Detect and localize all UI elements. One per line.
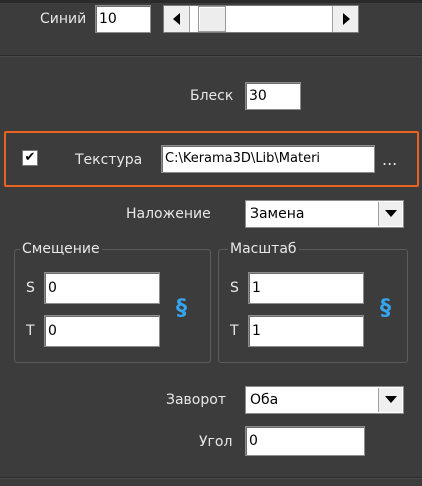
offset-s-input[interactable]: 0 — [44, 272, 160, 304]
scale-s-input[interactable]: 1 — [248, 272, 364, 304]
offset-title: Смещение — [20, 240, 102, 258]
angle-input[interactable]: 0 — [245, 426, 365, 456]
slider-left-button[interactable] — [164, 6, 190, 32]
texture-checkbox[interactable]: ✔ — [22, 150, 38, 166]
slider-right-button[interactable] — [332, 6, 358, 32]
offset-lock-link-icon[interactable]: § — [176, 296, 187, 322]
section-divider — [0, 55, 422, 56]
arrow-left-icon — [172, 13, 180, 25]
blue-label: Синий — [40, 11, 87, 27]
offset-s-label: S — [26, 280, 35, 296]
wrap-dropdown-button[interactable] — [378, 388, 402, 412]
texture-path-input[interactable]: C:\Kerama3D\Lib\Materi — [161, 145, 375, 173]
overlay-dropdown-button[interactable] — [378, 202, 402, 226]
bottom-divider — [0, 477, 422, 478]
scale-s-label: S — [230, 280, 239, 296]
texture-label: Текстура — [75, 152, 143, 168]
slider-thumb[interactable] — [197, 6, 226, 32]
blue-input[interactable]: 10 — [95, 5, 151, 33]
scale-t-input[interactable]: 1 — [248, 315, 364, 347]
angle-label: Угол — [199, 434, 233, 450]
gloss-input[interactable]: 30 — [245, 82, 301, 110]
scale-lock-link-icon[interactable]: § — [380, 296, 391, 322]
scale-t-label: T — [230, 323, 239, 339]
offset-t-label: T — [26, 323, 35, 339]
texture-browse-button[interactable]: ... — [382, 150, 397, 170]
overlay-label: Наложение — [126, 206, 211, 222]
scale-title: Масштаб — [228, 240, 299, 258]
wrap-select[interactable]: Оба — [245, 386, 404, 414]
overlay-select[interactable]: Замена — [245, 200, 404, 228]
overlay-selected: Замена — [250, 206, 305, 222]
wrap-selected: Оба — [250, 392, 279, 408]
arrow-right-icon — [342, 13, 350, 25]
gloss-label: Блеск — [190, 88, 234, 104]
chevron-down-icon — [384, 396, 397, 403]
offset-t-input[interactable]: 0 — [44, 315, 160, 347]
checkmark-icon: ✔ — [24, 150, 36, 165]
top-border — [0, 0, 422, 3]
chevron-down-icon — [384, 210, 397, 217]
blue-slider[interactable] — [163, 5, 359, 33]
wrap-label: Заворот — [166, 392, 226, 408]
